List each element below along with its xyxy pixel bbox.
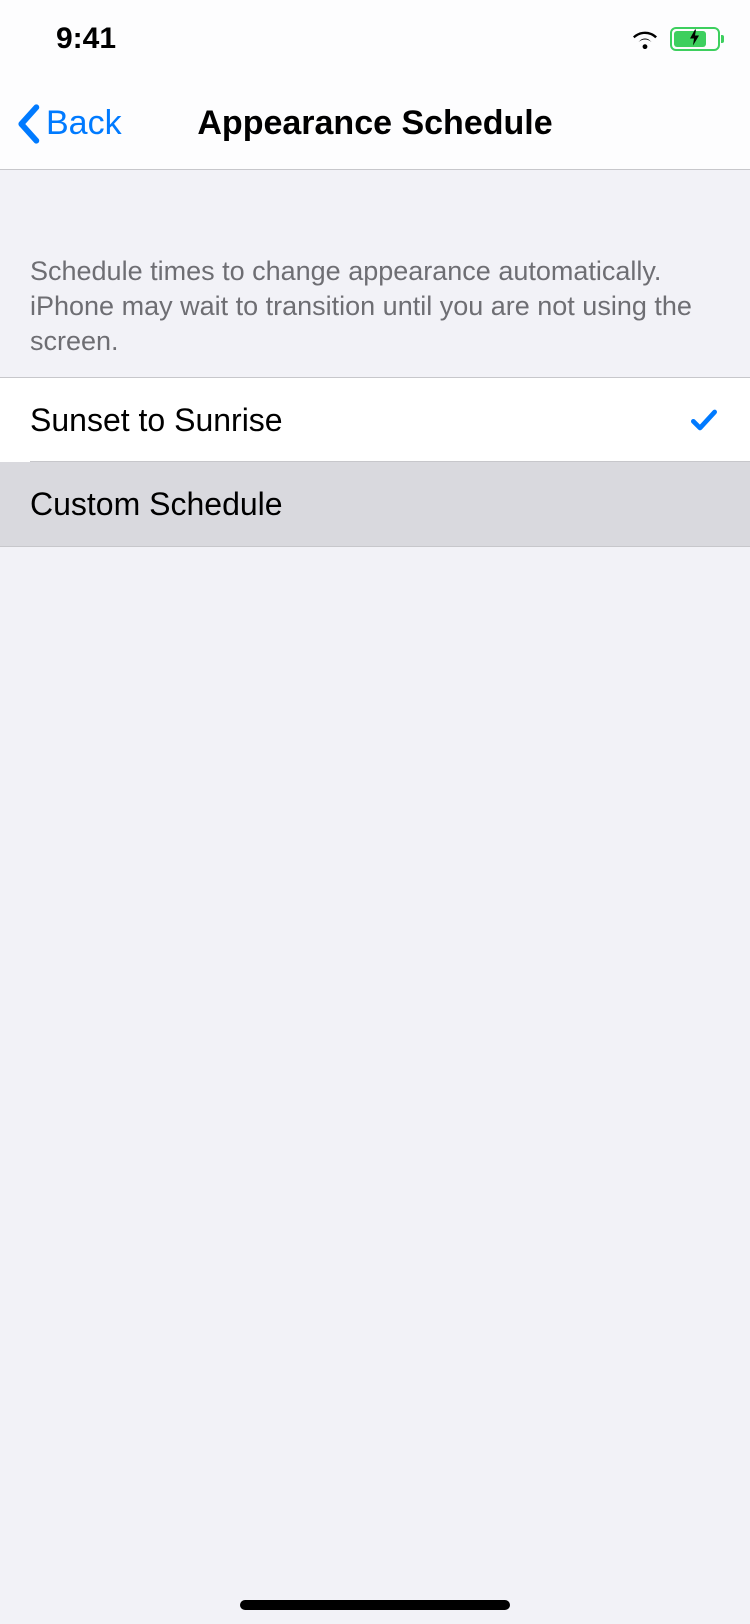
battery-charging-icon xyxy=(670,27,720,51)
chevron-left-icon xyxy=(16,104,40,144)
checkmark-icon xyxy=(688,404,720,436)
back-button[interactable]: Back xyxy=(16,104,122,144)
status-bar: 9:41 xyxy=(0,0,750,78)
option-sunset-to-sunrise[interactable]: Sunset to Sunrise xyxy=(0,378,750,462)
wifi-icon xyxy=(630,25,660,54)
option-label: Sunset to Sunrise xyxy=(30,402,283,439)
status-time: 9:41 xyxy=(56,22,116,56)
home-indicator[interactable] xyxy=(240,1600,510,1610)
option-custom-schedule[interactable]: Custom Schedule xyxy=(0,462,750,546)
status-icons xyxy=(630,25,720,54)
section-description: Schedule times to change appearance auto… xyxy=(0,170,750,377)
schedule-options-list: Sunset to Sunrise Custom Schedule xyxy=(0,377,750,547)
page-title: Appearance Schedule xyxy=(197,104,552,143)
back-label: Back xyxy=(46,104,122,143)
navigation-bar: Back Appearance Schedule xyxy=(0,78,750,170)
option-label: Custom Schedule xyxy=(30,486,283,523)
